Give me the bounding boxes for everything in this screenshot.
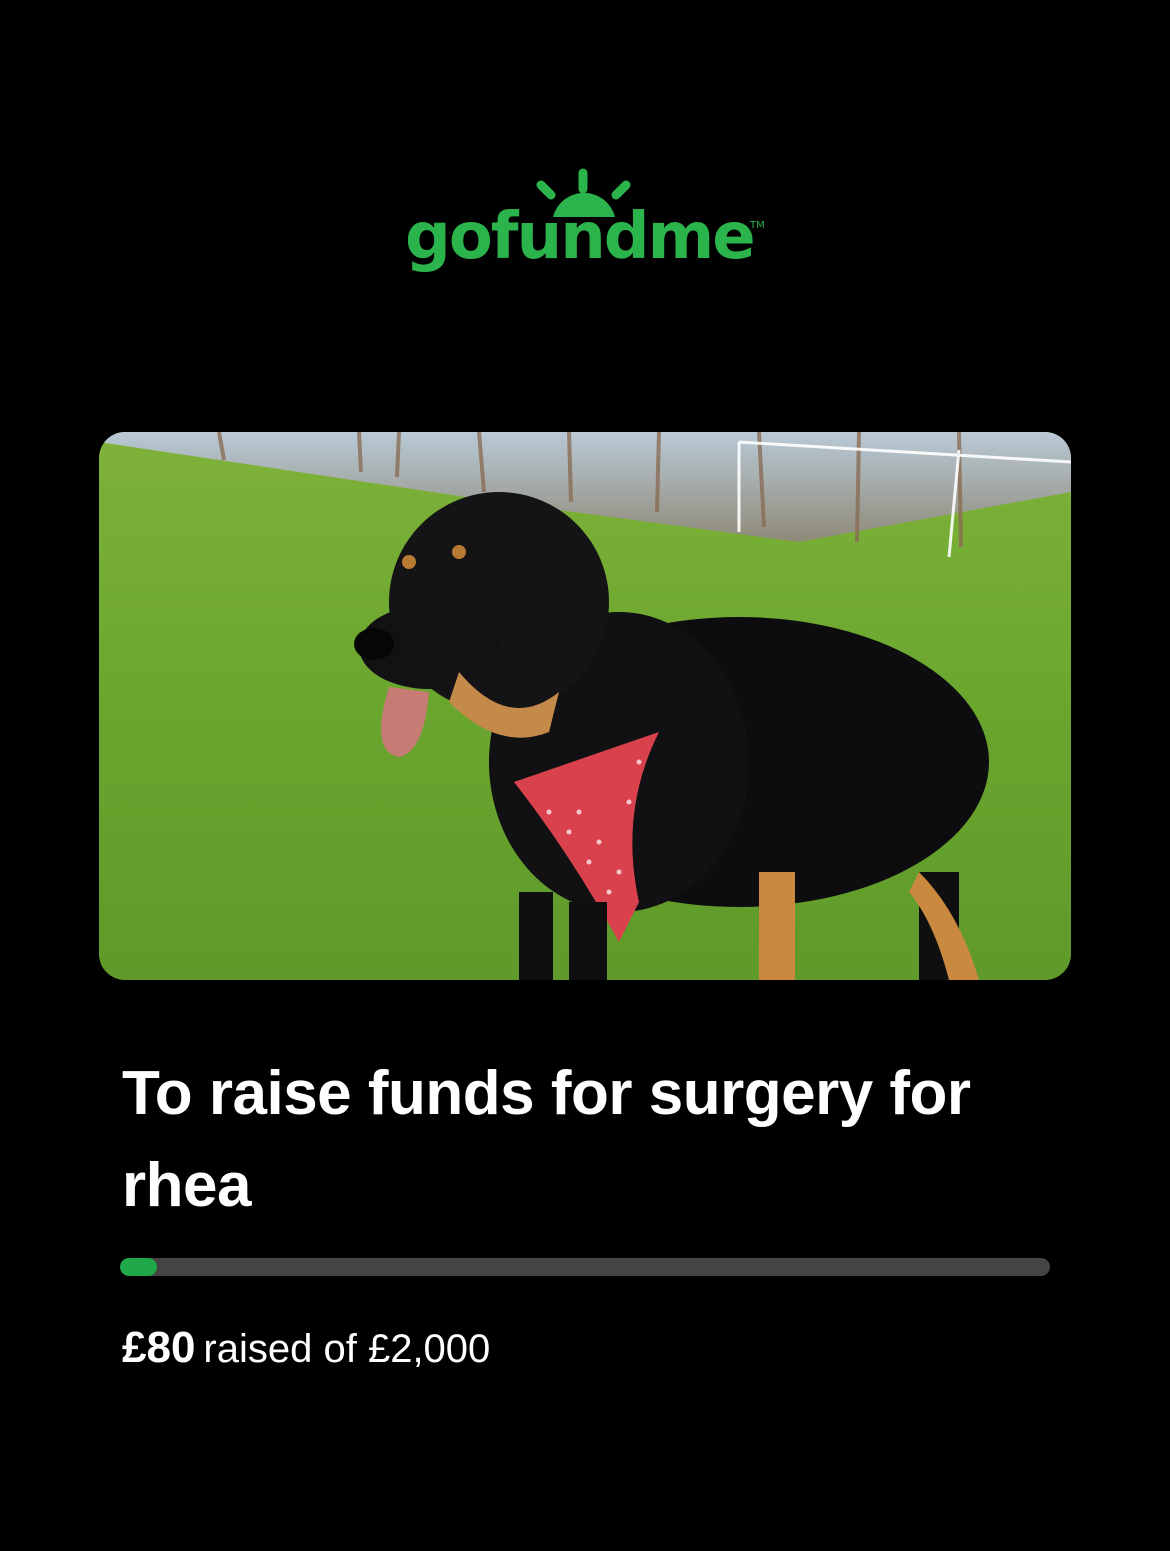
amount-raised: £80 bbox=[122, 1323, 196, 1372]
campaign-image[interactable] bbox=[99, 432, 1071, 980]
trademark-mark: TM bbox=[750, 220, 765, 231]
goal-text: raised of £2,000 bbox=[203, 1327, 491, 1371]
logo-wordmark: gofundme bbox=[405, 200, 756, 274]
funding-summary: £80 raised of £2,000 bbox=[122, 1318, 490, 1379]
dog-photo bbox=[99, 432, 1071, 980]
gofundme-logo: gofundme TM bbox=[405, 165, 765, 295]
progress-bar bbox=[120, 1258, 1050, 1276]
campaign-title[interactable]: To raise funds for surgery for rhea bbox=[122, 1048, 1062, 1232]
progress-fill bbox=[120, 1258, 158, 1276]
